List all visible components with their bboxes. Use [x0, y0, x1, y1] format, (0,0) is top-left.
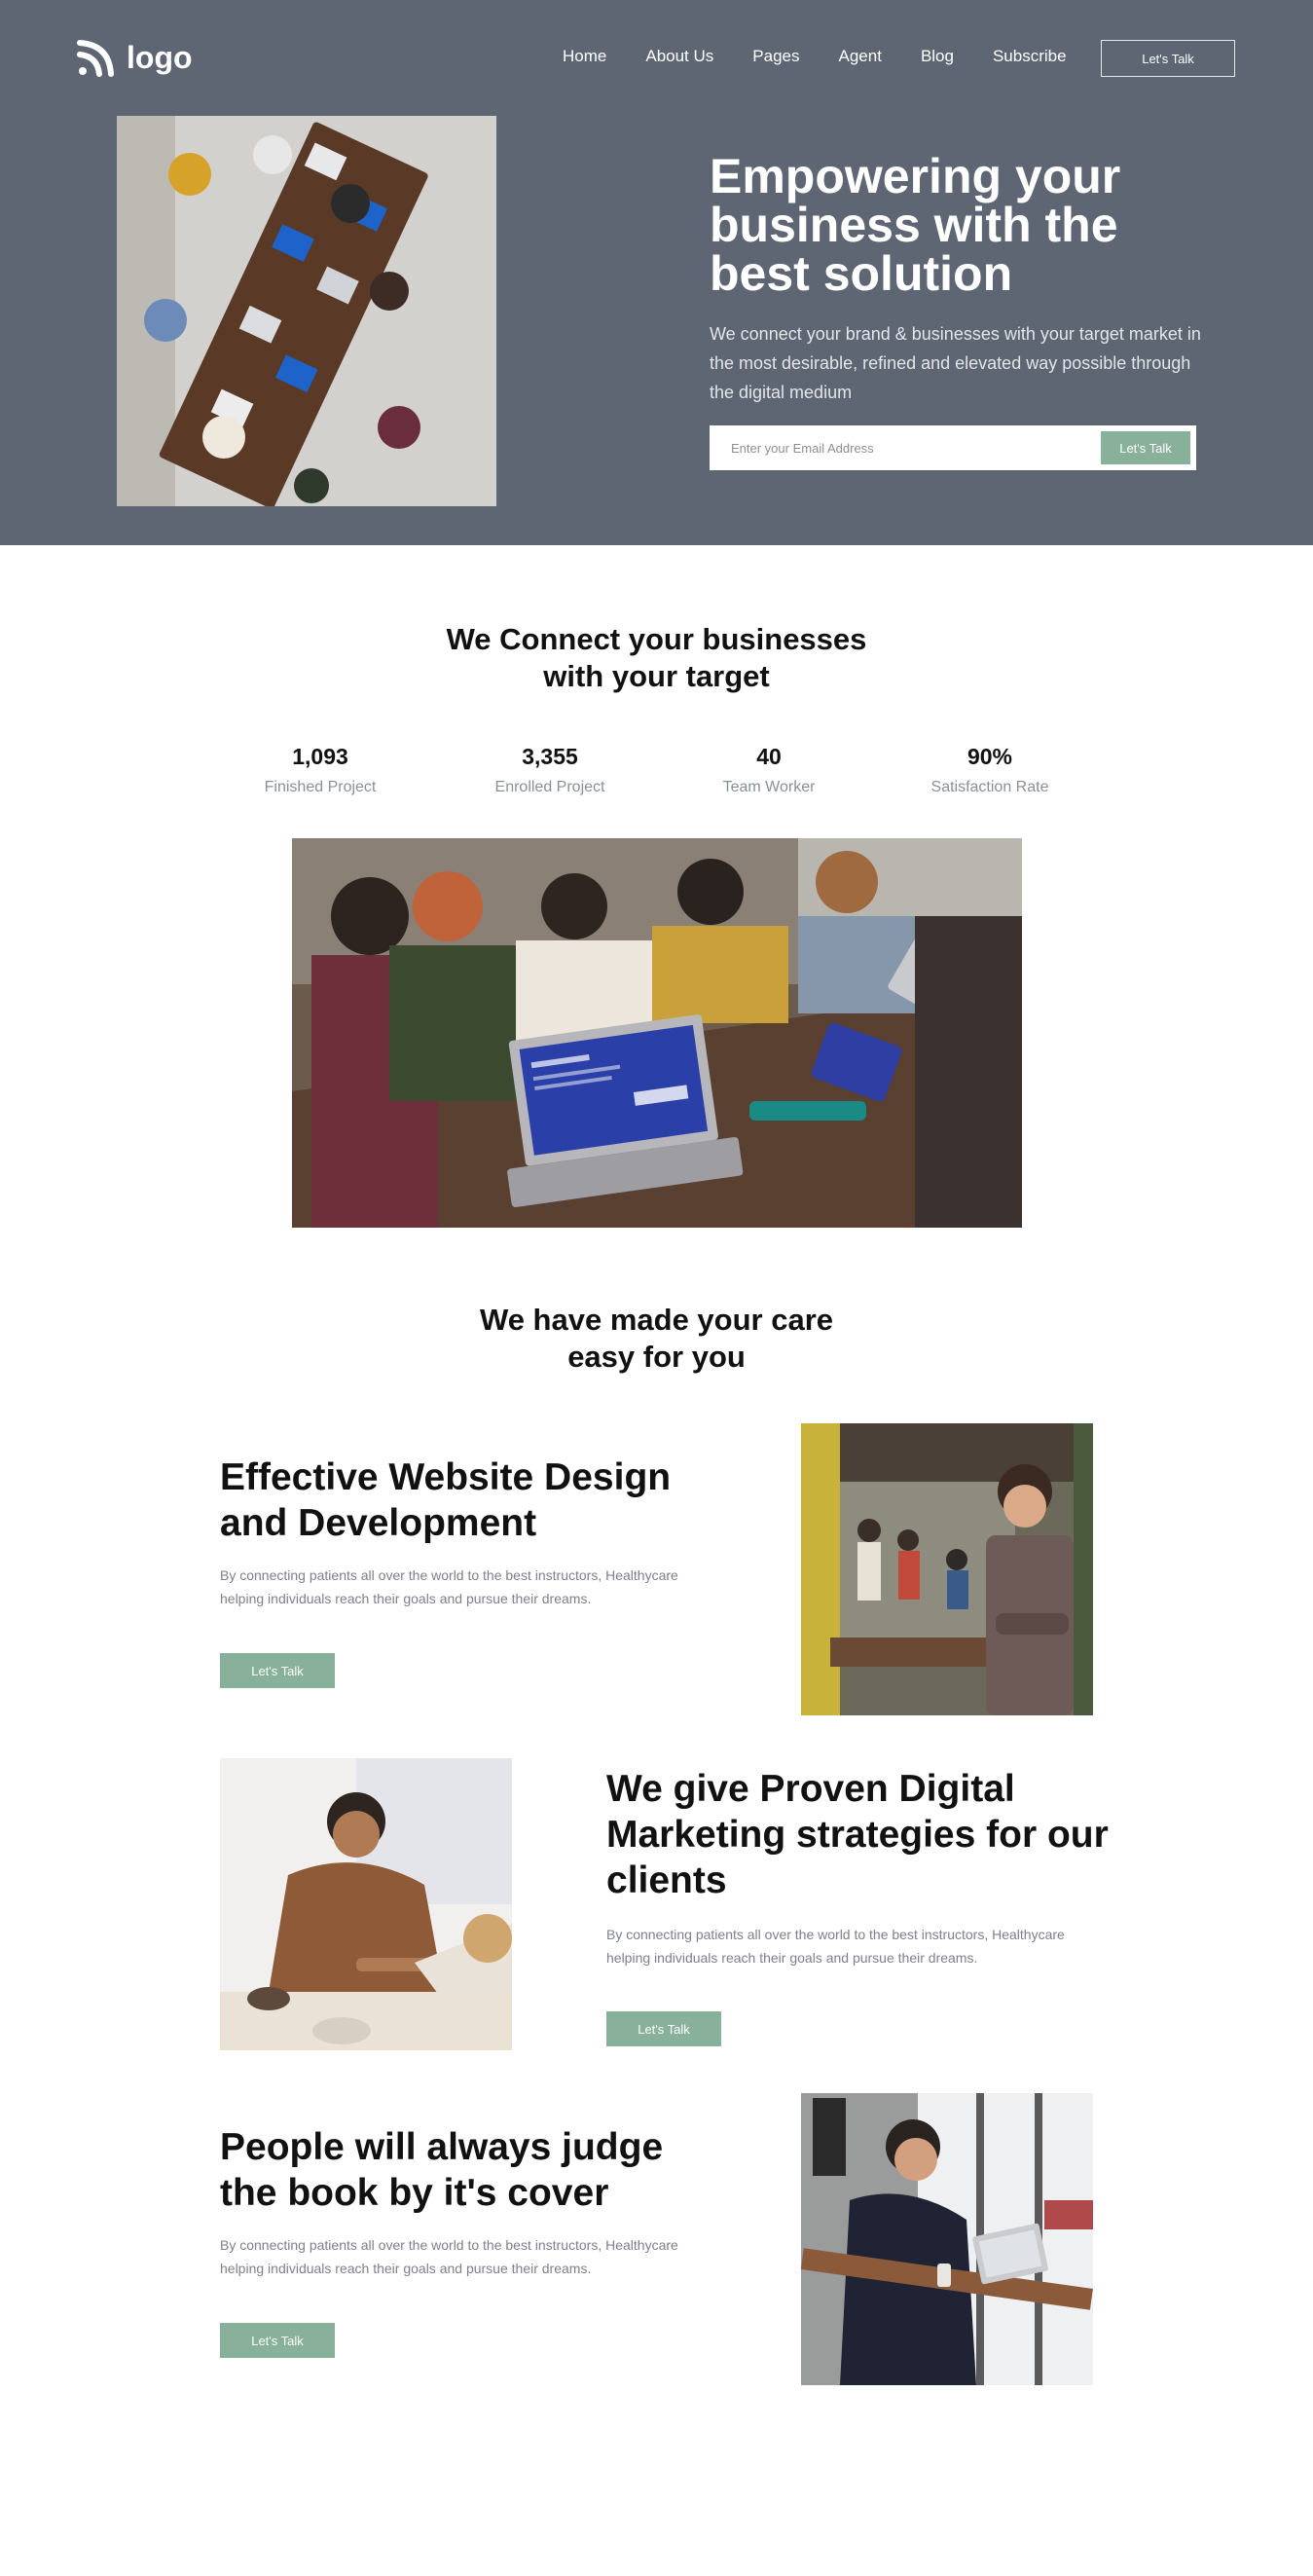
main-nav: Home About Us Pages Agent Blog Subscribe [563, 47, 1106, 66]
feature-1-description: By connecting patients all over the worl… [220, 1567, 678, 1606]
header-lets-talk-button[interactable]: Let's Talk [1101, 40, 1235, 77]
stat-satisfaction-rate: 90% Satisfaction Rate [893, 742, 1087, 796]
logo-icon [77, 40, 114, 77]
connect-section-title: We Connect your businesses with your tar… [0, 621, 1313, 695]
stat-label: Satisfaction Rate [930, 779, 1049, 795]
stat-team-worker: 40 Team Worker [672, 742, 866, 796]
stat-label: Team Worker [722, 779, 816, 795]
hero-lets-talk-button[interactable]: Let's Talk [1101, 431, 1190, 464]
nav-home[interactable]: Home [563, 47, 606, 66]
feature-3-laptop-photo [801, 2093, 1093, 2385]
email-input[interactable] [710, 425, 1089, 470]
stat-enrolled-project: 3,355 Enrolled Project [453, 742, 647, 796]
hero-description: We connect your brand & businesses with … [710, 324, 1201, 402]
nav-agent[interactable]: Agent [839, 47, 882, 66]
feature-1-office-photo [801, 1423, 1093, 1715]
nav-about-us[interactable]: About Us [645, 47, 713, 66]
logo-text: logo [127, 39, 193, 75]
feature-1-title: Effective Website Design and Development [220, 1456, 672, 1544]
stat-value: 40 [756, 744, 782, 769]
logo[interactable]: logo [76, 37, 193, 78]
stat-value: 3,355 [522, 744, 578, 769]
feature-3-description: By connecting patients all over the worl… [220, 2237, 678, 2276]
feature-2-lets-talk-button[interactable]: Let's Talk [606, 2011, 721, 2046]
stat-label: Finished Project [264, 779, 377, 795]
stat-value: 90% [967, 744, 1013, 769]
feature-1-lets-talk-button[interactable]: Let's Talk [220, 1653, 335, 1688]
hero-section: logo Home About Us Pages Agent Blog Subs… [0, 0, 1313, 545]
email-signup-form: Let's Talk [710, 425, 1196, 470]
feature-3-lets-talk-button[interactable]: Let's Talk [220, 2323, 335, 2358]
connect-title-line2: with your target [543, 659, 770, 693]
team-meeting-photo [292, 838, 1022, 1228]
care-title-line2: easy for you [567, 1340, 746, 1374]
hero-meeting-photo [117, 116, 496, 506]
stat-value: 1,093 [292, 744, 348, 769]
hero-title: Empowering your business with the best s… [710, 149, 1121, 301]
nav-subscribe[interactable]: Subscribe [993, 47, 1067, 66]
nav-blog[interactable]: Blog [921, 47, 954, 66]
care-title-line1: We have made your care [480, 1303, 833, 1337]
connect-title-line1: We Connect your businesses [446, 622, 867, 656]
feature-2-title: We give Proven Digital Marketing strateg… [606, 1768, 1109, 1901]
stat-label: Enrolled Project [494, 779, 605, 795]
feature-2-description: By connecting patients all over the worl… [606, 1927, 1065, 1966]
stat-finished-project: 1,093 Finished Project [223, 742, 418, 796]
nav-pages[interactable]: Pages [752, 47, 799, 66]
feature-2-handshake-photo [220, 1758, 512, 2050]
feature-3-title: People will always judge the book by it'… [220, 2126, 664, 2214]
care-section-title: We have made your care easy for you [0, 1302, 1313, 1376]
